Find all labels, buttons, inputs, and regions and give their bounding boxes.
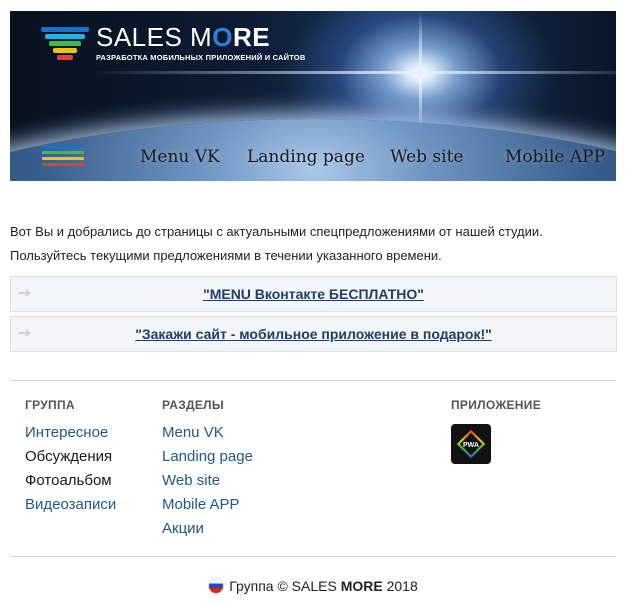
footer-group-link-interesting[interactable]: Интересное [25,424,108,441]
star-flare [90,71,616,74]
nav-mobile-app[interactable]: Mobile APP [505,147,605,167]
intro-text: Вот Вы и добрались до страницы с актуаль… [10,224,543,263]
arrow-right-icon [19,329,31,337]
copyright-line: Группа © SALES MORE 2018 [0,578,627,594]
header-banner: SALES MORE РАЗРАБОТКА МОБИЛЬНЫХ ПРИЛОЖЕН… [10,11,616,181]
brand-name-end: RE [232,22,271,52]
footer-group-link-discussions[interactable]: Обсуждения [25,448,112,465]
brand-tagline: РАЗРАБОТКА МОБИЛЬНЫХ ПРИЛОЖЕНИЙ И САЙТОВ [96,53,306,62]
offer-banner-1[interactable]: "MENU Вконтакте БЕСПЛАТНО" [10,276,617,312]
footer-section-link-landing-page[interactable]: Landing page [162,448,253,465]
footer-group-link-photo-album[interactable]: Фотоальбом [25,472,112,489]
pwa-icon-label: PWA [463,442,479,449]
footer-group-link-videos[interactable]: Видеозаписи [25,496,116,513]
copyright-prefix: Группа © SALES [229,578,341,594]
footer-section-link-menu-vk[interactable]: Menu VK [162,424,224,441]
russia-flag-icon [209,579,224,593]
offer-link-menu-vk[interactable]: "MENU Вконтакте БЕСПЛАТНО" [203,286,424,302]
copyright-year: 2018 [382,578,418,594]
arrow-right-icon [19,289,31,297]
brand-logo-text[interactable]: SALES MORE [96,22,270,53]
brand-name-accent: O [212,22,233,52]
footer-divider-bottom [10,556,616,557]
footer-section-link-mobile-app[interactable]: Mobile APP [162,496,240,513]
brand-name-light: SALES M [96,22,213,52]
footer-section-link-promotions[interactable]: Акции [162,520,204,537]
footer-group-heading: ГРУППА [25,398,75,412]
footer-section-link-web-site[interactable]: Web site [162,472,220,489]
nav-web-site[interactable]: Web site [390,147,464,167]
copyright-brand: MORE [340,578,383,594]
menu-burger-icon[interactable] [42,145,84,171]
pwa-app-icon[interactable]: PWA [451,424,491,464]
offer-link-site-gift[interactable]: "Закажи сайт - мобильное приложение в по… [135,326,492,342]
nav-landing-page[interactable]: Landing page [247,147,365,167]
footer-sections-heading: РАЗДЕЛЫ [162,398,224,412]
funnel-logo-icon [41,27,89,62]
pwa-diamond-icon: PWA [456,429,486,459]
offer-banner-2[interactable]: "Закажи сайт - мобильное приложение в по… [10,316,617,352]
star-flare-vertical [419,11,422,141]
footer-app-heading: ПРИЛОЖЕНИЕ [451,398,541,412]
nav-menu-vk[interactable]: Menu VK [140,147,220,167]
footer-divider-top [10,380,616,381]
